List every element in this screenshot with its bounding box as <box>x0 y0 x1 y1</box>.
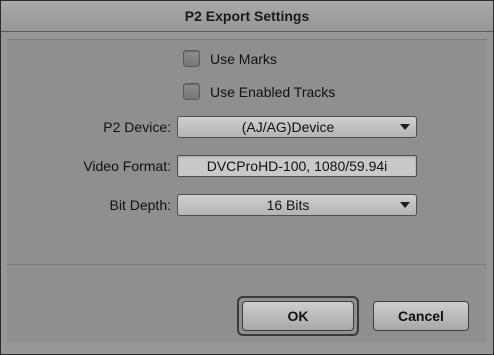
p2-device-label: P2 Device: <box>103 119 171 135</box>
p2-device-dropdown[interactable]: (AJ/AG)Device <box>177 116 417 138</box>
video-format-field: DVCProHD-100, 1080/59.94i <box>177 155 417 177</box>
divider <box>7 264 487 265</box>
bit-depth-value: 16 Bits <box>266 197 310 213</box>
use-enabled-tracks-label: Use Enabled Tracks <box>210 83 336 100</box>
use-marks-option[interactable]: Use Marks <box>183 50 277 67</box>
chevron-down-icon <box>400 202 410 208</box>
video-format-row: Video Format: DVCProHD-100, 1080/59.94i <box>7 155 487 177</box>
bit-depth-row: Bit Depth: 16 Bits <box>7 194 487 216</box>
video-format-value: DVCProHD-100, 1080/59.94i <box>206 158 388 174</box>
bit-depth-dropdown[interactable]: 16 Bits <box>177 194 417 216</box>
ok-button[interactable]: OK <box>242 301 354 331</box>
use-marks-checkbox[interactable] <box>183 50 200 67</box>
use-enabled-tracks-option[interactable]: Use Enabled Tracks <box>183 83 335 100</box>
title-bar[interactable]: P2 Export Settings <box>1 1 493 32</box>
dialog-body: Use Marks Use Enabled Tracks P2 Device: … <box>7 39 487 342</box>
p2-device-row: P2 Device: (AJ/AG)Device <box>7 116 487 138</box>
video-format-label: Video Format: <box>83 158 171 174</box>
use-marks-label: Use Marks <box>210 50 277 67</box>
cancel-button[interactable]: Cancel <box>373 301 469 331</box>
p2-device-value: (AJ/AG)Device <box>241 119 335 135</box>
p2-export-settings-dialog: P2 Export Settings Use Marks Use Enabled… <box>0 0 494 355</box>
dialog-title: P2 Export Settings <box>184 8 310 24</box>
chevron-down-icon <box>400 124 410 130</box>
bit-depth-label: Bit Depth: <box>109 197 171 213</box>
use-enabled-tracks-checkbox[interactable] <box>183 83 200 100</box>
